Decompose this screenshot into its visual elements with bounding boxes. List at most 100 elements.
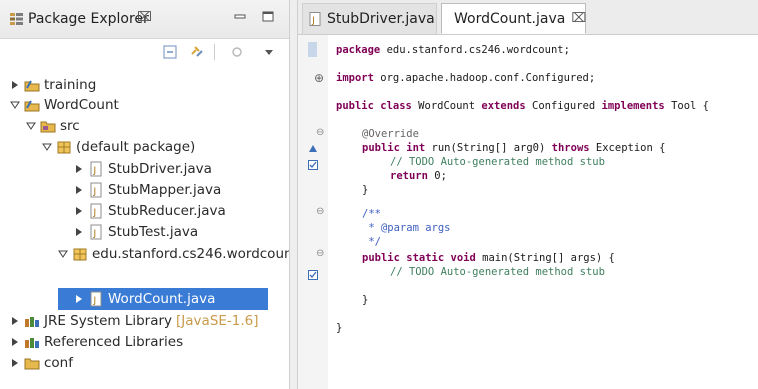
expand-fold-icon[interactable]: ⊕ — [314, 71, 324, 85]
toolbar-separator — [214, 44, 215, 60]
code-line[interactable]: /** — [362, 208, 381, 220]
tree-item-src[interactable]: src — [26, 116, 80, 136]
expand-arrow-icon[interactable] — [74, 294, 84, 304]
link-with-editor-icon[interactable] — [190, 45, 204, 59]
view-menu-icon[interactable] — [262, 45, 276, 59]
tree-item-stubtest[interactable]: J StubTest.java — [74, 222, 198, 242]
package-explorer-icon — [10, 13, 23, 25]
code-line[interactable]: public class WordCount extends Configure… — [336, 100, 709, 112]
tree-item-label: StubDriver.java — [108, 161, 212, 177]
collapse-arrow-icon[interactable] — [42, 142, 52, 152]
tree-item-suffix: [JavaSE-1.6] — [176, 313, 259, 329]
task-icon[interactable] — [308, 160, 318, 170]
svg-text:J: J — [93, 166, 97, 176]
library-icon — [25, 317, 39, 327]
project-icon — [24, 100, 40, 112]
library-icon — [25, 338, 39, 348]
java-file-icon: J — [90, 161, 102, 177]
collapse-fold-icon[interactable]: ⊖ — [316, 206, 324, 217]
tree-item-label: Referenced Libraries — [44, 334, 184, 350]
editor-tab-bar: J StubDriver.java J WordCount.java ⌧ — [298, 0, 758, 35]
tree-item-wordcount-java[interactable]: J WordCount.java — [74, 289, 215, 309]
collapse-arrow-icon[interactable] — [10, 100, 20, 110]
code-line[interactable]: } — [362, 294, 368, 306]
svg-text:J: J — [93, 187, 97, 197]
expand-arrow-icon[interactable] — [10, 316, 20, 326]
tree-item-label: conf — [44, 355, 73, 371]
maximize-icon[interactable] — [262, 11, 274, 22]
tree-item-wordcount[interactable]: WordCount — [10, 95, 119, 115]
tree-item-stubmapper[interactable]: J StubMapper.java — [74, 180, 221, 200]
svg-text:J: J — [93, 296, 97, 306]
tree-item-label: edu.stanford.cs246.wordcount — [92, 246, 298, 262]
collapse-arrow-icon[interactable] — [26, 121, 36, 131]
code-line[interactable]: // TODO Auto-generated method stub — [390, 266, 605, 278]
code-line[interactable]: } — [362, 184, 368, 196]
package-icon — [57, 141, 71, 154]
task-icon[interactable] — [308, 270, 318, 280]
tree-item-stubdriver[interactable]: J StubDriver.java — [74, 159, 212, 179]
tree-item-label: src — [60, 118, 80, 134]
code-line[interactable]: package edu.stanford.cs246.wordcount; — [336, 44, 570, 56]
tree-item-label: (default package) — [76, 139, 196, 155]
code-line[interactable]: } — [336, 322, 342, 334]
tree-item-label: training — [44, 77, 97, 93]
java-file-icon: J — [90, 291, 102, 307]
tree-item-label: StubReducer.java — [108, 203, 226, 219]
tree-item-training[interactable]: training — [10, 75, 96, 95]
focus-icon[interactable] — [230, 45, 244, 59]
tree-item-jre-library[interactable]: JRE System Library [JavaSE-1.6] — [10, 311, 259, 331]
view-sash[interactable] — [289, 0, 298, 389]
tab-label: StubDriver.java — [327, 11, 435, 27]
close-icon[interactable]: ⌧ — [137, 10, 152, 25]
tab-stubdriver[interactable]: J StubDriver.java — [302, 3, 437, 34]
collapse-arrow-icon[interactable] — [58, 249, 68, 259]
expand-arrow-icon[interactable] — [74, 185, 84, 195]
tree-item-default-package[interactable]: (default package) — [42, 137, 195, 157]
collapse-fold-icon[interactable]: ⊖ — [316, 127, 324, 138]
expand-arrow-icon[interactable] — [74, 227, 84, 237]
package-explorer-view: Package Explorer ⌧ training WordCount sr… — [0, 0, 298, 389]
tree-item-wordcount-package[interactable]: edu.stanford.cs246.wordcount — [58, 244, 298, 264]
code-line[interactable]: // TODO Auto-generated method stub — [390, 156, 605, 168]
code-line[interactable]: public int run(String[] arg0) throws Exc… — [362, 142, 665, 154]
package-explorer-toolbar — [0, 38, 289, 68]
expand-arrow-icon[interactable] — [10, 337, 20, 347]
folder-icon — [24, 358, 40, 370]
code-line[interactable]: */ — [362, 236, 381, 248]
tree-item-referenced-libraries[interactable]: Referenced Libraries — [10, 332, 183, 352]
minimize-icon[interactable] — [234, 12, 246, 22]
tree-item-conf[interactable]: conf — [10, 353, 73, 373]
close-icon[interactable]: ⌧ — [571, 11, 586, 26]
collapse-all-icon[interactable] — [163, 45, 177, 59]
svg-text:J: J — [93, 208, 97, 218]
expand-arrow-icon[interactable] — [10, 358, 20, 368]
svg-text:J: J — [311, 16, 315, 26]
package-explorer-title[interactable]: Package Explorer — [28, 11, 149, 27]
code-line[interactable]: * @param args — [362, 222, 450, 234]
code-line[interactable]: import org.apache.hadoop.conf.Configured… — [336, 72, 595, 84]
java-file-icon: J — [309, 12, 321, 26]
tree-item-stubreducer[interactable]: J StubReducer.java — [74, 201, 226, 221]
source-folder-icon — [40, 121, 56, 133]
java-file-icon: J — [90, 182, 102, 198]
package-icon — [73, 248, 87, 261]
project-icon — [24, 80, 40, 92]
expand-arrow-icon[interactable] — [74, 206, 84, 216]
tree-item-label: JRE System Library — [44, 313, 173, 329]
override-indicator-icon[interactable] — [308, 144, 318, 154]
svg-text:J: J — [93, 229, 97, 239]
tab-label: WordCount.java — [454, 10, 566, 27]
tab-wordcount[interactable]: J WordCount.java ⌧ — [441, 3, 586, 34]
expand-arrow-icon[interactable] — [10, 80, 20, 90]
java-file-icon: J — [90, 203, 102, 219]
java-file-icon: J — [90, 224, 102, 240]
editor-area: J StubDriver.java J WordCount.java ⌧ ⊕ ⊖… — [298, 0, 758, 389]
code-line[interactable]: return 0; — [390, 170, 447, 182]
tree-item-label: StubTest.java — [108, 224, 199, 240]
code-line[interactable]: public static void main(String[] args) { — [362, 252, 615, 264]
expand-arrow-icon[interactable] — [74, 164, 84, 174]
code-line[interactable]: @Override — [362, 128, 419, 140]
package-explorer-header: Package Explorer ⌧ — [0, 0, 289, 39]
collapse-fold-icon[interactable]: ⊖ — [316, 248, 324, 259]
